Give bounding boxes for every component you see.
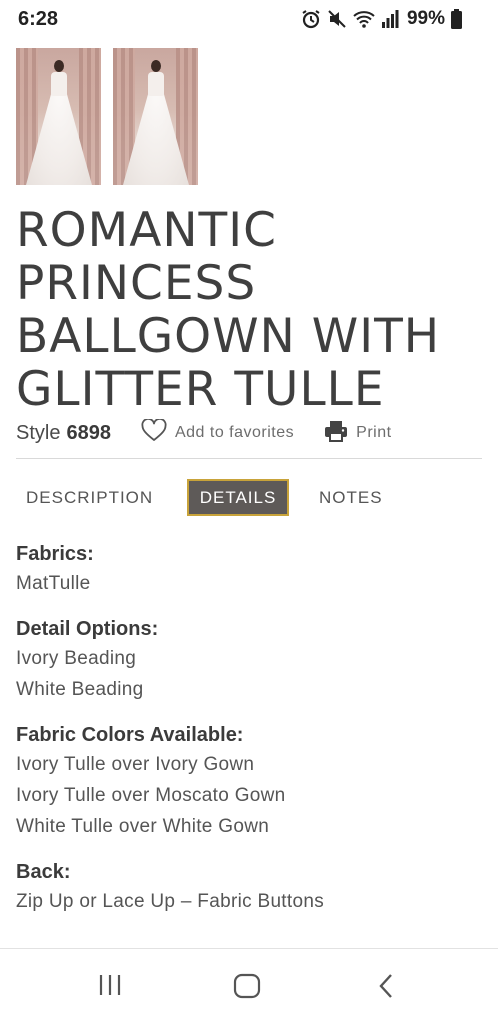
tab-notes[interactable]: NOTES	[319, 479, 383, 516]
detail-option-item: White Beading	[16, 679, 144, 700]
add-to-favorites-label: Add to favorites	[174, 424, 295, 441]
status-time: 6:28	[18, 8, 59, 30]
wifi-icon	[353, 9, 375, 29]
back-icon[interactable]	[377, 973, 397, 1004]
print-button[interactable]: Print	[324, 420, 391, 447]
style-label: Style	[16, 421, 61, 444]
mute-icon	[327, 9, 347, 29]
back-value: Zip Up or Lace Up – Fabric Buttons	[16, 891, 325, 912]
status-icons: 99%	[301, 8, 462, 30]
thumbnail-gallery	[16, 48, 198, 185]
fabrics-heading: Fabrics:	[16, 543, 94, 565]
add-to-favorites-button[interactable]: Add to favorites	[141, 417, 295, 447]
navigation-bar	[0, 948, 498, 1025]
printer-icon	[324, 420, 348, 447]
tab-details[interactable]: DETAILS	[187, 479, 289, 516]
detail-options-heading: Detail Options:	[16, 618, 159, 640]
battery-icon	[451, 9, 462, 29]
product-title: ROMANTIC PRINCESS BALLGOWN WITH GLITTER …	[16, 203, 441, 417]
fabric-color-item: Ivory Tulle over Moscato Gown	[16, 785, 286, 806]
fabric-color-item: Ivory Tulle over Ivory Gown	[16, 754, 255, 775]
fabrics-group: Fabrics: MatTulle	[16, 540, 482, 599]
style-number: 6898	[66, 421, 111, 444]
back-heading: Back:	[16, 861, 71, 883]
tab-bar: DESCRIPTION DETAILS NOTES	[16, 479, 482, 516]
back-group: Back: Zip Up or Lace Up – Fabric Buttons	[16, 858, 482, 917]
fabric-colors-group: Fabric Colors Available: Ivory Tulle ove…	[16, 721, 482, 842]
recent-apps-icon[interactable]	[96, 973, 124, 1002]
detail-options-group: Detail Options: Ivory Beading White Bead…	[16, 615, 482, 705]
divider	[16, 458, 482, 459]
fabric-colors-heading: Fabric Colors Available:	[16, 724, 244, 746]
home-icon[interactable]	[232, 973, 262, 1004]
status-bar: 6:28 99%	[0, 0, 498, 40]
fabric-color-item: White Tulle over White Gown	[16, 816, 270, 837]
thumbnail-front-view[interactable]	[16, 48, 101, 185]
details-panel: Fabrics: MatTulle Detail Options: Ivory …	[16, 540, 482, 933]
fabrics-value: MatTulle	[16, 573, 91, 594]
alarm-icon	[301, 9, 321, 29]
detail-option-item: Ivory Beading	[16, 648, 137, 669]
product-meta-row: Style 6898 Add to favorites Print	[16, 417, 482, 448]
thumbnail-back-view[interactable]	[113, 48, 198, 185]
battery-percent: 99%	[406, 8, 445, 29]
print-label: Print	[356, 424, 392, 441]
signal-icon	[381, 9, 399, 29]
heart-icon	[141, 417, 167, 447]
tab-description[interactable]: DESCRIPTION	[26, 479, 153, 516]
